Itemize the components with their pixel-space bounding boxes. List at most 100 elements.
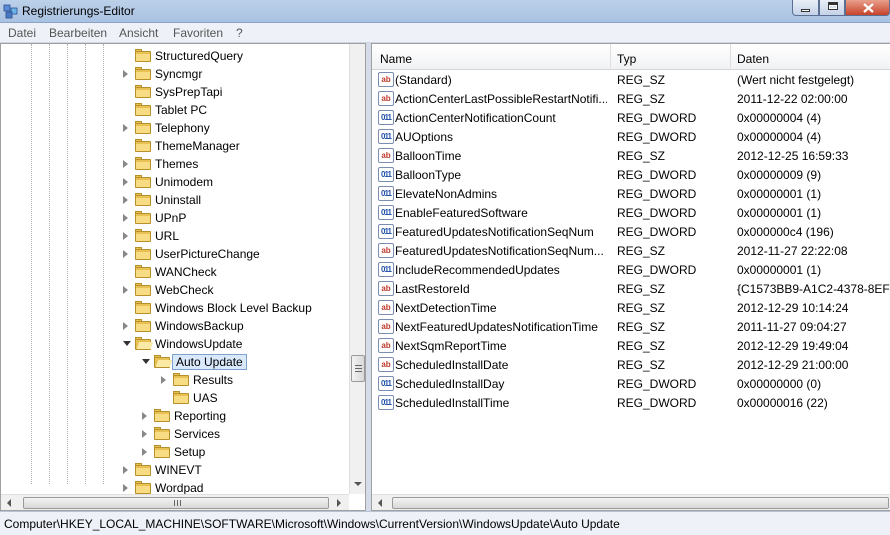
tree-item[interactable]: UAS xyxy=(1,389,346,407)
values-hscroll-thumb[interactable] xyxy=(392,497,889,509)
tree-item[interactable]: StructuredQuery xyxy=(1,47,346,65)
value-row[interactable]: 011 BalloonType REG_DWORD 0x00000009 (9) xyxy=(372,165,890,184)
tree-item[interactable]: WINEVT xyxy=(1,461,346,479)
value-data: 0x000000c4 (196) xyxy=(737,225,834,239)
dword-value-icon: 011 xyxy=(378,205,394,220)
expand-arrow-icon[interactable] xyxy=(161,376,166,384)
expand-arrow-icon[interactable] xyxy=(123,124,128,132)
folder-icon xyxy=(154,427,170,440)
tree-item[interactable]: Syncmgr xyxy=(1,65,346,83)
values-horizontal-scrollbar[interactable] xyxy=(372,494,890,510)
expand-arrow-icon[interactable] xyxy=(142,448,147,456)
string-value-icon: ab xyxy=(378,148,394,163)
value-row[interactable]: ab (Standard) REG_SZ (Wert nicht festgelegt… xyxy=(372,70,890,89)
value-name: IncludeRecommendedUpdates xyxy=(395,263,560,277)
value-row[interactable]: 011 EnableFeaturedSoftware REG_DWORD 0x0000… xyxy=(372,203,890,222)
collapse-arrow-icon[interactable] xyxy=(123,341,131,346)
scroll-right-icon[interactable] xyxy=(337,499,341,507)
menu-favoriten[interactable]: Favoriten xyxy=(173,26,223,40)
menu-bearbeiten[interactable]: Bearbeiten xyxy=(49,26,107,40)
close-button[interactable] xyxy=(845,0,890,16)
expand-arrow-icon[interactable] xyxy=(123,286,128,294)
tree-item[interactable]: Uninstall xyxy=(1,191,346,209)
tree-item-label: Windows Block Level Backup xyxy=(155,301,312,315)
tree-item[interactable]: Results xyxy=(1,371,346,389)
value-row[interactable]: ab BalloonTime REG_SZ 2012-12-25 16:59:33 xyxy=(372,146,890,165)
value-data: {C1573BB9-A1C2-4378-8EF2- xyxy=(737,282,890,296)
value-row[interactable]: 011 ActionCenterNotificationCount REG_DWOR… xyxy=(372,108,890,127)
value-row[interactable]: ab NextDetectionTime REG_SZ 2012-12-29 10:1… xyxy=(372,298,890,317)
expand-arrow-icon[interactable] xyxy=(123,70,128,78)
value-row[interactable]: 011 FeaturedUpdatesNotificationSeqNum REG_… xyxy=(372,222,890,241)
value-row[interactable]: 011 ElevateNonAdmins REG_DWORD 0x00000001 (… xyxy=(372,184,890,203)
value-data: 2012-12-25 16:59:33 xyxy=(737,149,849,163)
tree-horizontal-scrollbar[interactable] xyxy=(1,494,349,510)
expand-arrow-icon[interactable] xyxy=(123,178,128,186)
value-row[interactable]: ab NextFeaturedUpdatesNotificationTime REG… xyxy=(372,317,890,336)
tree-vertical-scrollbar[interactable] xyxy=(349,44,365,494)
key-tree-pane[interactable]: StructuredQuery Syncmgr SysPrepTapi Tablet … xyxy=(0,43,366,511)
tree-item[interactable]: WindowsBackup xyxy=(1,317,346,335)
value-row[interactable]: ab NextSqmReportTime REG_SZ 2012-12-29 19:4… xyxy=(372,336,890,355)
expand-arrow-icon[interactable] xyxy=(123,322,128,330)
value-row[interactable]: 011 AUOptions REG_DWORD 0x00000004 (4) xyxy=(372,127,890,146)
maximize-button[interactable] xyxy=(819,0,845,16)
tree-item[interactable]: Reporting xyxy=(1,407,346,425)
expand-arrow-icon[interactable] xyxy=(123,160,128,168)
value-type: REG_SZ xyxy=(617,73,666,87)
values-list-pane[interactable]: Name Typ Daten ab (Standard) REG_SZ (Wert n… xyxy=(371,43,890,511)
tree-item[interactable]: Setup xyxy=(1,443,346,461)
expand-arrow-icon[interactable] xyxy=(123,484,128,492)
menu-datei[interactable]: Datei xyxy=(8,26,36,40)
tree-item[interactable]: Tablet PC xyxy=(1,101,346,119)
expand-arrow-icon[interactable] xyxy=(142,430,147,438)
value-name: EnableFeaturedSoftware xyxy=(395,206,528,220)
expand-arrow-icon[interactable] xyxy=(123,214,128,222)
tree-scroll-thumb[interactable] xyxy=(351,355,365,382)
menu-help[interactable]: ? xyxy=(236,26,243,40)
tree-item[interactable]: SysPrepTapi xyxy=(1,83,346,101)
folder-icon xyxy=(135,85,151,98)
tree-item[interactable]: WindowsUpdate xyxy=(1,335,346,353)
folder-icon xyxy=(154,409,170,422)
value-row[interactable]: ab LastRestoreId REG_SZ {C1573BB9-A1C2-4378… xyxy=(372,279,890,298)
value-data: 2012-12-29 21:00:00 xyxy=(737,358,849,372)
value-row[interactable]: 011 ScheduledInstallTime REG_DWORD 0x000000… xyxy=(372,393,890,412)
tree-item[interactable]: Unimodem xyxy=(1,173,346,191)
column-header-type[interactable]: Typ xyxy=(617,52,636,66)
expand-arrow-icon[interactable] xyxy=(123,232,128,240)
expand-arrow-icon[interactable] xyxy=(123,250,128,258)
value-row[interactable]: 011 IncludeRecommendedUpdates REG_DWORD 0x0… xyxy=(372,260,890,279)
column-header-data[interactable]: Daten xyxy=(737,52,769,66)
value-row[interactable]: ab FeaturedUpdatesNotificationSeqNum... RE… xyxy=(372,241,890,260)
tree-item[interactable]: Services xyxy=(1,425,346,443)
tree-item[interactable]: WebCheck xyxy=(1,281,346,299)
minimize-button[interactable] xyxy=(792,0,819,16)
tree-item[interactable]: Auto Update xyxy=(1,353,346,371)
value-type: REG_DWORD xyxy=(617,187,697,201)
tree-item[interactable]: UserPictureChange xyxy=(1,245,346,263)
scroll-left-icon[interactable] xyxy=(7,499,11,507)
value-data: 0x00000004 (4) xyxy=(737,111,822,125)
expand-arrow-icon[interactable] xyxy=(123,196,128,204)
value-row[interactable]: 011 ScheduledInstallDay REG_DWORD 0x0000000… xyxy=(372,374,890,393)
column-header-name[interactable]: Name xyxy=(380,52,412,66)
scroll-down-icon[interactable] xyxy=(354,482,362,486)
tree-item[interactable]: UPnP xyxy=(1,209,346,227)
value-row[interactable]: ab ScheduledInstallDate REG_SZ 2012-12-29 2… xyxy=(372,355,890,374)
collapse-arrow-icon[interactable] xyxy=(142,359,150,364)
expand-arrow-icon[interactable] xyxy=(142,412,147,420)
value-row[interactable]: ab ActionCenterLastPossibleRestartNotifi.… xyxy=(372,89,890,108)
tree-item[interactable]: Windows Block Level Backup xyxy=(1,299,346,317)
tree-item[interactable]: WANCheck xyxy=(1,263,346,281)
tree-item[interactable]: Themes xyxy=(1,155,346,173)
tree-item[interactable]: URL xyxy=(1,227,346,245)
value-type: REG_SZ xyxy=(617,339,666,353)
column-header-row: Name Typ Daten xyxy=(372,44,890,70)
scroll-left-icon[interactable] xyxy=(378,499,382,507)
expand-arrow-icon[interactable] xyxy=(123,466,128,474)
tree-item[interactable]: Telephony xyxy=(1,119,346,137)
menu-ansicht[interactable]: Ansicht xyxy=(119,26,158,40)
tree-hscroll-thumb[interactable] xyxy=(23,497,329,509)
tree-item[interactable]: ThemeManager xyxy=(1,137,346,155)
